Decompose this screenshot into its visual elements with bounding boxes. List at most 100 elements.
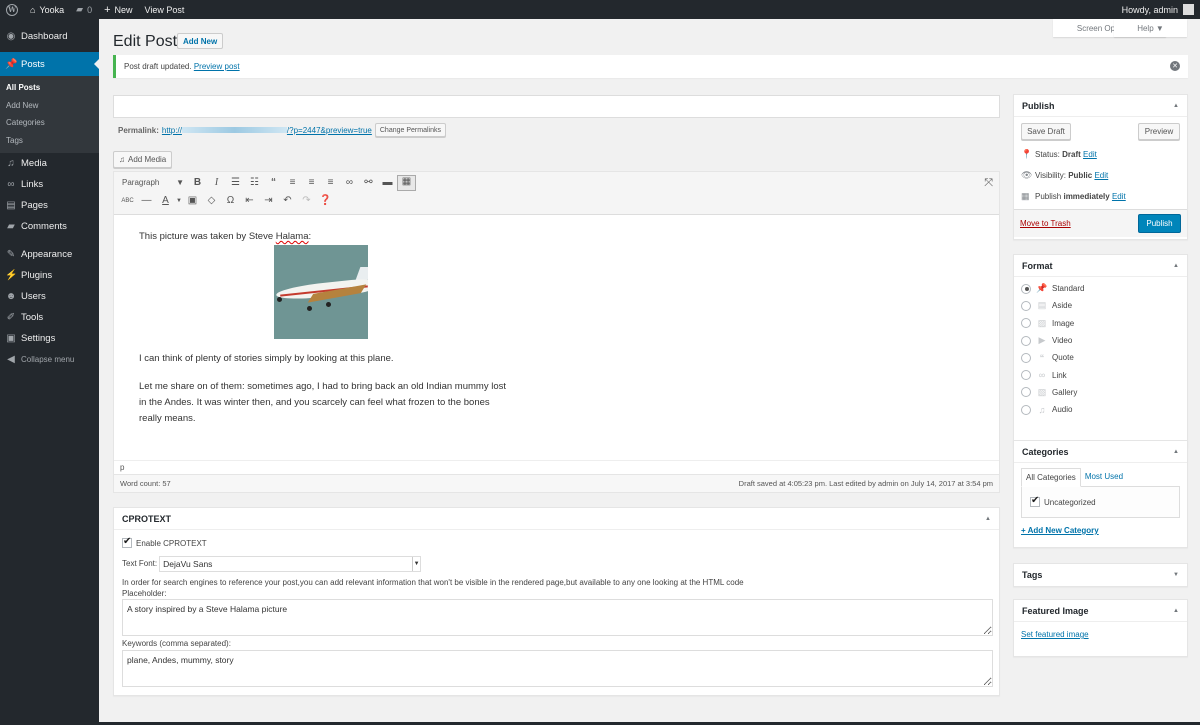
view-post-link[interactable]: View Post [139, 0, 191, 19]
text-color-icon[interactable]: A [156, 195, 175, 206]
site-name-link[interactable]: ⌂ Yooka [24, 0, 70, 19]
publish-button[interactable]: Publish [1138, 214, 1181, 233]
fullscreen-icon[interactable]: ⤧ [984, 177, 993, 190]
account-menu[interactable]: Howdy, admin [1116, 0, 1200, 19]
sidebar-item-users[interactable]: ☻ Users [0, 286, 99, 307]
edit-visibility-link[interactable]: Edit [1094, 171, 1108, 180]
radio-button[interactable] [1021, 335, 1031, 346]
sidebar-item-appearance[interactable]: ✎ Appearance [0, 244, 99, 265]
format-option-gallery[interactable]: ▧ Gallery [1021, 384, 1180, 401]
align-center-icon[interactable]: ≡ [302, 177, 321, 188]
bullet-list-icon[interactable]: ☰ [226, 177, 245, 188]
change-permalinks-button[interactable]: Change Permalinks [374, 123, 446, 137]
format-header[interactable]: Format ▲ [1014, 255, 1187, 277]
set-featured-image-link[interactable]: Set featured image [1021, 630, 1089, 639]
sidebar-item-media[interactable]: ♫ Media [0, 153, 99, 174]
radio-button[interactable] [1021, 352, 1031, 363]
outdent-icon[interactable]: ⇤ [240, 195, 259, 206]
italic-icon[interactable]: I [207, 177, 226, 188]
paste-text-icon[interactable]: ▣ [183, 195, 202, 206]
permalink-url[interactable]: http:///?p=2447&preview=true [162, 126, 372, 135]
wordpress-logo-button[interactable]: W [0, 0, 24, 19]
horizontal-line-icon[interactable]: — [137, 195, 156, 206]
tab-all-categories[interactable]: All Categories [1021, 468, 1081, 487]
sidebar-item-dashboard[interactable]: ◉ Dashboard [0, 26, 99, 47]
collapse-arrow-icon[interactable]: ▲ [1173, 263, 1179, 269]
insert-link-icon[interactable]: ∞ [340, 177, 359, 188]
help-button[interactable]: Help ▼ [1114, 19, 1187, 37]
strikethrough-icon[interactable]: ABC [118, 198, 137, 204]
save-draft-button[interactable]: Save Draft [1021, 123, 1071, 140]
new-content-button[interactable]: + New [98, 0, 138, 19]
align-right-icon[interactable]: ≡ [321, 177, 340, 188]
add-new-button[interactable]: Add New [177, 33, 224, 49]
sidebar-item-pages[interactable]: ▤ Pages [0, 195, 99, 216]
edit-status-link[interactable]: Edit [1083, 150, 1097, 159]
categories-header[interactable]: Categories ▲ [1014, 441, 1187, 463]
edit-schedule-link[interactable]: Edit [1112, 192, 1126, 201]
format-select[interactable]: Paragraph ▼ [118, 175, 188, 190]
format-option-quote[interactable]: “Quote [1021, 349, 1180, 366]
radio-button[interactable] [1021, 300, 1031, 311]
add-media-button[interactable]: ♫ Add Media [113, 151, 173, 168]
comments-link[interactable]: ▰ 0 [70, 0, 98, 19]
radio-button[interactable] [1021, 404, 1031, 415]
category-checkbox[interactable] [1030, 495, 1040, 507]
indent-icon[interactable]: ⇥ [259, 195, 278, 206]
align-left-icon[interactable]: ≡ [283, 177, 302, 188]
clear-formatting-icon[interactable]: ◇ [202, 195, 221, 206]
preview-button[interactable]: Preview [1138, 123, 1180, 140]
sidebar-item-plugins[interactable]: ⚡ Plugins [0, 265, 99, 286]
undo-icon[interactable]: ↶ [278, 195, 297, 206]
blockquote-icon[interactable]: “ [264, 177, 283, 188]
sidebar-item-settings[interactable]: ▣ Settings [0, 328, 99, 349]
tab-most-used[interactable]: Most Used [1081, 468, 1127, 487]
read-more-icon[interactable]: ▬ [378, 177, 397, 188]
collapse-menu-button[interactable]: ◀ Collapse menu [0, 349, 99, 370]
format-option-standard[interactable]: 📌 Standard [1021, 280, 1180, 297]
radio-button[interactable] [1021, 318, 1031, 329]
cprotext-header[interactable]: CPROTEXT ▲ [114, 508, 999, 530]
redo-icon[interactable]: ↷ [297, 195, 316, 206]
format-option-link[interactable]: ∞ Link [1021, 366, 1180, 383]
sidebar-item-tools[interactable]: ✐ Tools [0, 307, 99, 328]
radio-button[interactable] [1021, 283, 1031, 294]
submenu-tags[interactable]: Tags [0, 132, 99, 150]
text-font-select[interactable]: DejaVu Sans ▼ [159, 555, 422, 572]
dismiss-notice-icon[interactable]: ✕ [1170, 61, 1180, 71]
numbered-list-icon[interactable]: ☷ [245, 177, 264, 188]
radio-button[interactable] [1021, 370, 1031, 381]
plane-image[interactable] [274, 245, 368, 339]
publish-header[interactable]: Publish ▲ [1014, 95, 1187, 117]
editor-content[interactable]: This picture was taken by Steve Halama: … [114, 215, 999, 453]
submenu-add-new[interactable]: Add New [0, 97, 99, 115]
radio-button[interactable] [1021, 387, 1031, 398]
submenu-all-posts[interactable]: All Posts [0, 79, 99, 97]
sidebar-item-posts[interactable]: 📌 Posts [0, 52, 99, 76]
format-option-image[interactable]: ▨ Image [1021, 315, 1180, 332]
format-option-video[interactable]: ▶ Video [1021, 332, 1180, 349]
move-to-trash-link[interactable]: Move to Trash [1020, 219, 1071, 228]
help-icon[interactable]: ❓ [316, 195, 335, 206]
collapse-arrow-icon[interactable]: ▲ [985, 516, 991, 522]
format-option-audio[interactable]: ♫ Audio [1021, 401, 1180, 418]
bold-icon[interactable]: B [188, 177, 207, 188]
expand-arrow-icon[interactable]: ▼ [1173, 572, 1179, 578]
submenu-categories[interactable]: Categories [0, 114, 99, 132]
keywords-textarea[interactable]: plane, Andes, mummy, story [122, 650, 993, 687]
featured-image-header[interactable]: Featured Image ▲ [1014, 600, 1187, 622]
add-new-category-link[interactable]: + Add New Category [1021, 526, 1180, 535]
toolbar-toggle-icon[interactable]: ▦ [397, 174, 416, 191]
element-path[interactable]: p [114, 460, 999, 474]
format-option-aside[interactable]: ▤ Aside [1021, 297, 1180, 314]
placeholder-textarea[interactable]: A story inspired by a Steve Halama pictu… [122, 599, 993, 636]
unlink-icon[interactable]: ⚯ [359, 177, 378, 188]
collapse-arrow-icon[interactable]: ▲ [1173, 103, 1179, 109]
post-title-input[interactable] [113, 95, 1000, 118]
tags-header[interactable]: Tags ▼ [1014, 564, 1187, 586]
enable-cprotext-checkbox[interactable] [122, 536, 132, 548]
preview-post-link[interactable]: Preview post [194, 62, 240, 71]
sidebar-item-comments[interactable]: ▰ Comments [0, 216, 99, 237]
collapse-arrow-icon[interactable]: ▲ [1173, 449, 1179, 455]
text-color-dropdown-icon[interactable]: ▼ [175, 198, 183, 204]
